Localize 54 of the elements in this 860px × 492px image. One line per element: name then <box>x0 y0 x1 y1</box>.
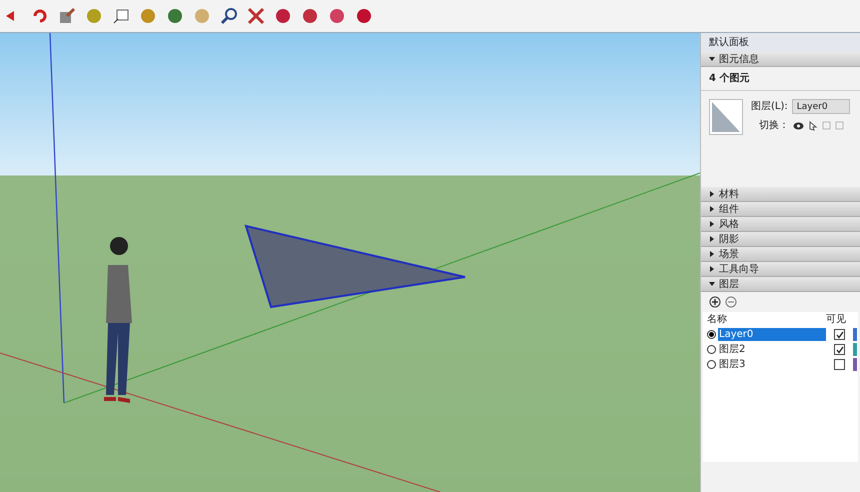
radio-button[interactable] <box>707 345 716 354</box>
layer-color-swatch[interactable] <box>853 328 857 341</box>
panel-title: 默认面板 <box>701 33 860 52</box>
visible-checkbox[interactable] <box>834 344 845 355</box>
refresh-icon[interactable] <box>31 7 49 25</box>
section-header[interactable]: 图元信息 <box>701 52 860 67</box>
layer-name[interactable]: 图层2 <box>718 343 826 356</box>
section-title: 图层 <box>719 278 739 292</box>
section-title: 阴影 <box>719 232 739 246</box>
toggle-label: 切换： <box>759 118 789 133</box>
layer-color-swatch[interactable] <box>853 343 857 356</box>
face-thumbnail <box>709 99 743 135</box>
eye-icon[interactable] <box>793 122 804 130</box>
entity-count: 4 个图元 <box>701 67 860 91</box>
section-title: 图元信息 <box>719 52 759 66</box>
visible-checkbox[interactable] <box>834 329 845 340</box>
section-header[interactable]: 组件 <box>701 202 860 217</box>
toggle-icon <box>709 206 715 212</box>
toggle-icon <box>709 266 715 272</box>
radio-button[interactable] <box>707 360 716 369</box>
toggle-icon <box>709 236 715 242</box>
add-icon[interactable] <box>709 296 721 308</box>
layer-name[interactable]: 图层3 <box>718 358 826 371</box>
layer-name[interactable]: Layer0 <box>718 328 826 341</box>
triangle-face[interactable] <box>244 224 466 308</box>
section-header[interactable]: 图层 <box>701 277 860 292</box>
toggle-icon <box>709 191 715 197</box>
column-header: 名称 <box>707 313 728 327</box>
toggle-icon <box>709 281 715 287</box>
section-title: 组件 <box>719 202 739 216</box>
layer-field[interactable]: Layer0 <box>792 99 850 114</box>
3d-viewport[interactable] <box>0 33 700 492</box>
section-title: 材料 <box>719 188 739 202</box>
section-header[interactable]: 场景 <box>701 247 860 262</box>
section-header[interactable]: 材料 <box>701 187 860 202</box>
cursor-icon[interactable] <box>808 120 818 130</box>
section-header[interactable]: 阴影 <box>701 232 860 247</box>
column-header: 可见 <box>826 313 847 327</box>
toggle-icon <box>709 56 715 62</box>
toggle-icon <box>709 251 715 257</box>
layer-label: 图层(L): <box>751 100 788 114</box>
remove-icon[interactable] <box>725 296 737 308</box>
zoom-extents-icon[interactable] <box>247 7 265 25</box>
visible-checkbox[interactable] <box>834 359 845 370</box>
scale-icon[interactable] <box>58 7 76 25</box>
zoom-icon[interactable] <box>220 7 238 25</box>
toggle-icon <box>709 221 715 227</box>
radio-button[interactable] <box>707 330 716 339</box>
section-header[interactable]: 风格 <box>701 217 860 232</box>
section-title: 场景 <box>719 248 739 262</box>
section-title: 风格 <box>719 218 739 232</box>
section-header[interactable]: 工具向导 <box>701 262 860 277</box>
section-title: 工具向导 <box>719 262 759 276</box>
layer-color-swatch[interactable] <box>853 358 857 371</box>
